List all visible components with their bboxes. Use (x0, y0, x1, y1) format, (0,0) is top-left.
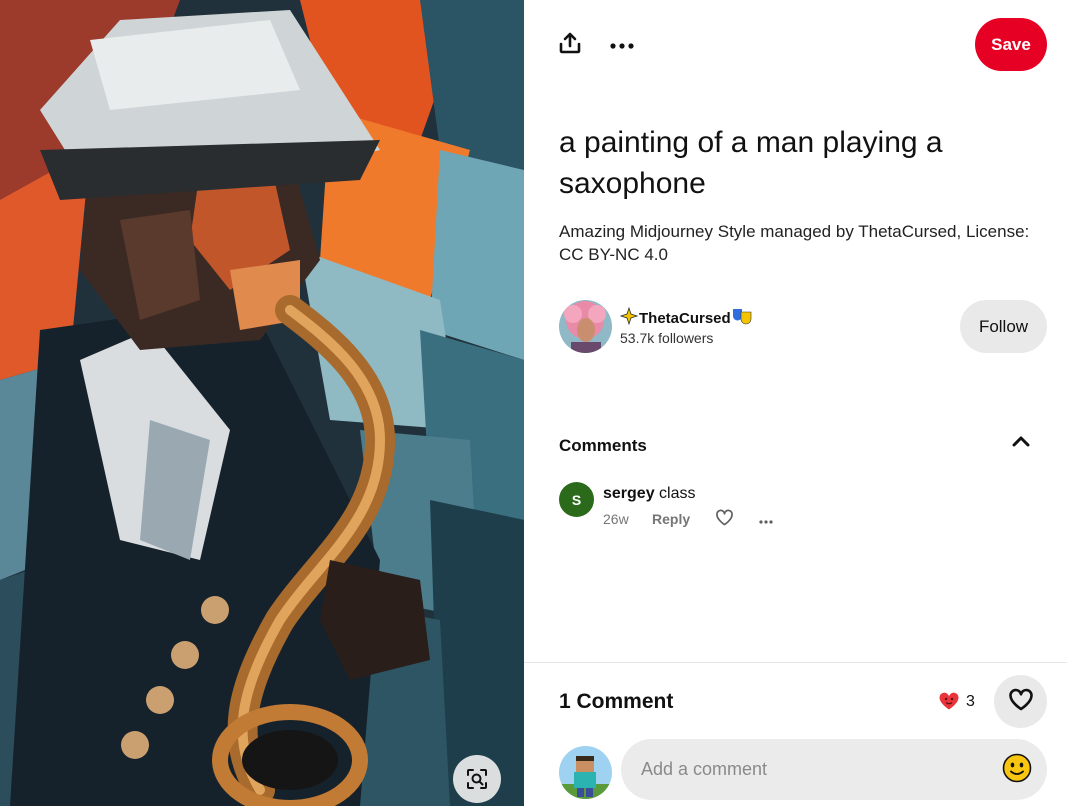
creator-avatar[interactable] (559, 300, 612, 353)
comment-more-button[interactable] (757, 510, 775, 528)
comments-header: Comments (559, 436, 647, 455)
share-icon (559, 32, 581, 59)
reaction-count: 3 (966, 693, 975, 710)
emoji-button[interactable] (1001, 753, 1033, 788)
pin-description: Amazing Midjourney Style managed by Thet… (559, 222, 1030, 264)
sparkle-icon (619, 306, 639, 329)
comment-body: class (659, 485, 696, 502)
more-options-icon (610, 36, 634, 54)
pin-image[interactable] (0, 0, 524, 806)
save-button[interactable]: Save (975, 18, 1047, 71)
heart-outline-icon (1008, 688, 1034, 716)
saxophone-painting (0, 0, 524, 806)
comment-time: 26w (603, 511, 629, 527)
visual-search-button[interactable] (453, 755, 501, 803)
creator-row: ThetaCursed 53.7k followers Follow (559, 300, 1047, 354)
heart-reaction-icon (938, 691, 960, 711)
creator-name-text: ThetaCursed (639, 309, 731, 327)
comment-avatar[interactable]: S (559, 482, 594, 517)
follow-button[interactable]: Follow (960, 300, 1047, 353)
creator-followers: 53.7k followers (620, 330, 714, 346)
comment-author[interactable]: sergey (603, 485, 655, 502)
comment-count: 1 Comment (559, 690, 674, 713)
chevron-up-icon (1012, 434, 1030, 452)
comment-like-button[interactable] (713, 509, 735, 529)
more-options-icon (759, 511, 773, 527)
comment-item: S sergey class 26w Reply (559, 480, 1029, 530)
heart-outline-icon (715, 509, 734, 529)
comment-input-box (621, 739, 1047, 800)
comment-input[interactable] (641, 739, 981, 800)
more-options-button[interactable] (604, 27, 640, 63)
creator-name[interactable]: ThetaCursed (619, 306, 752, 329)
lens-icon (466, 768, 488, 790)
pin-title: a painting of a man playing a saxophone (559, 126, 943, 200)
pin-details-panel: Save a painting of a man playing a saxop… (524, 0, 1067, 806)
comment-reply-button[interactable]: Reply (652, 511, 713, 527)
collapse-comments-button[interactable] (1006, 430, 1036, 456)
user-avatar[interactable] (559, 746, 612, 799)
smiley-icon (1002, 753, 1032, 788)
comment-footer: 1 Comment 3 (524, 662, 1067, 806)
comment-text: sergey class (603, 485, 696, 503)
share-button[interactable] (552, 27, 588, 63)
theater-masks-icon (732, 307, 752, 329)
comment-meta: 26w Reply (603, 509, 775, 529)
react-button[interactable] (994, 675, 1047, 728)
